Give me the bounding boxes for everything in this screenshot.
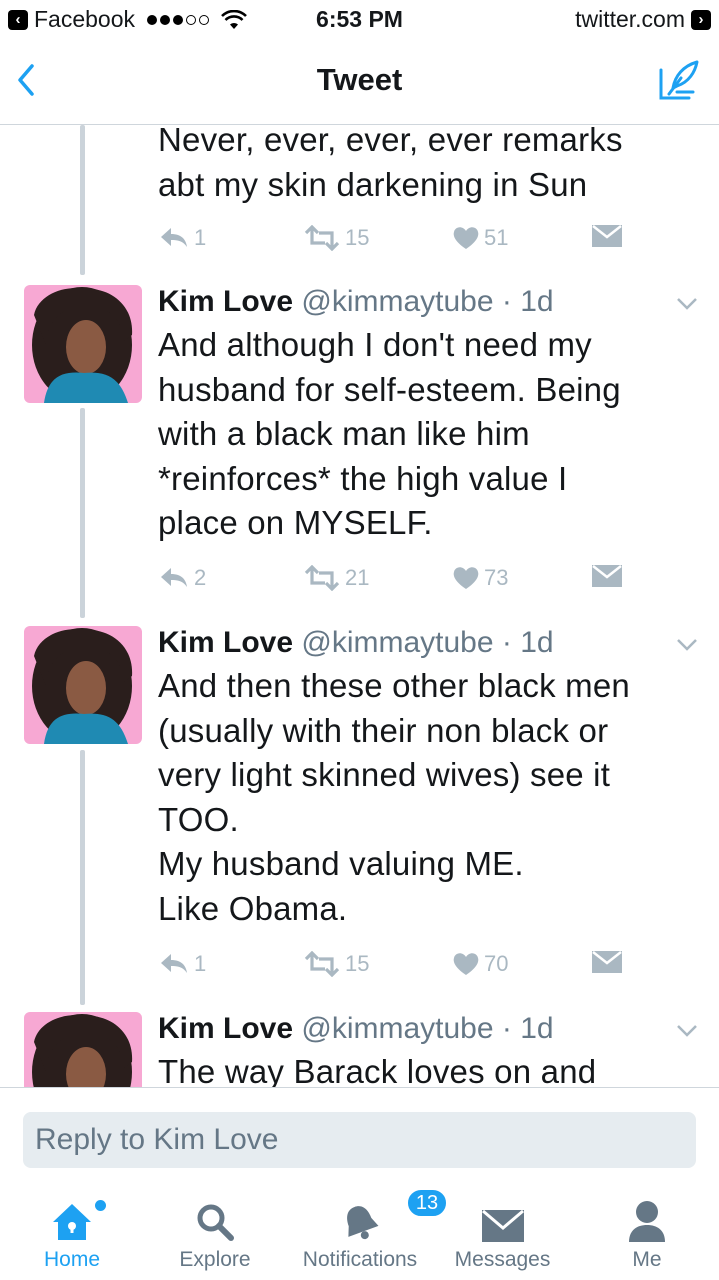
retweet-count: 15	[345, 225, 370, 250]
tab-label: Notifications	[302, 1248, 418, 1271]
tab-notifications[interactable]: 13 Notifications	[295, 1186, 448, 1280]
chevron-left-icon[interactable]	[10, 60, 44, 100]
like-count: 73	[484, 565, 509, 590]
home-icon	[53, 1204, 91, 1240]
reply-bar: Reply to Kim Love	[0, 1087, 719, 1186]
tweet-header: Kim Love @kimmaytube · 1d	[158, 285, 554, 319]
retweet-icon	[304, 951, 340, 977]
notification-badge: 13	[406, 1188, 448, 1218]
tweet-text: And then these other black men (usually …	[158, 667, 630, 927]
thread-line	[80, 125, 85, 275]
nav-bar: Tweet	[0, 40, 719, 125]
reply-icon	[161, 228, 187, 247]
heart-icon	[453, 953, 479, 975]
tab-bar: Home Explore 13 Notifications Messages M…	[0, 1186, 719, 1280]
like-count: 70	[484, 951, 509, 976]
avatar[interactable]	[24, 1012, 142, 1087]
retweet-icon	[304, 565, 340, 591]
tab-label: Messages	[454, 1248, 551, 1271]
chevron-down-icon[interactable]	[676, 638, 698, 652]
page-title: Tweet	[316, 62, 403, 97]
status-bar: ‹ Facebook 6:53 PM twitter.com ›	[0, 0, 719, 40]
direct-message-button[interactable]	[592, 225, 622, 247]
person-icon	[629, 1201, 665, 1242]
tab-label: Home	[43, 1248, 101, 1271]
tab-home[interactable]: Home	[30, 1186, 114, 1280]
reply-icon	[161, 954, 187, 973]
heart-icon	[453, 227, 479, 249]
tab-label: Me	[632, 1248, 662, 1271]
author-name[interactable]: Kim Love	[158, 285, 293, 318]
new-content-dot	[95, 1200, 106, 1211]
wifi-icon	[221, 9, 247, 29]
thread-line	[80, 408, 85, 618]
author-handle[interactable]: @kimmaytube	[301, 285, 493, 318]
tweet-header: Kim Love @kimmaytube · 1d	[158, 626, 554, 660]
tweet-time: · 1d	[501, 626, 554, 659]
envelope-icon	[481, 1210, 524, 1242]
retweet-button[interactable]: 21	[303, 565, 369, 591]
like-button[interactable]: 70	[452, 951, 508, 977]
tweet-text: Never, ever, ever, ever remarks abt my s…	[158, 125, 623, 203]
envelope-icon	[592, 225, 622, 247]
reply-count: 1	[194, 951, 207, 976]
search-icon	[197, 1204, 234, 1241]
tweet-actions: 1 15 51	[158, 225, 628, 255]
envelope-icon	[592, 565, 622, 587]
compose-feather-icon[interactable]	[657, 58, 701, 102]
direct-message-button[interactable]	[592, 951, 622, 973]
chevron-down-icon[interactable]	[676, 297, 698, 311]
reply-icon	[161, 568, 187, 587]
retweet-button[interactable]: 15	[303, 225, 369, 251]
tweet-text: The way Barack loves on and	[158, 1053, 597, 1087]
tweet-time: · 1d	[501, 285, 554, 318]
tab-explore[interactable]: Explore	[170, 1186, 260, 1280]
like-button[interactable]: 73	[452, 565, 508, 591]
reply-button[interactable]: 2	[158, 565, 206, 591]
like-count: 51	[484, 225, 509, 250]
forward-icon: ›	[691, 9, 711, 30]
thread-line	[80, 750, 85, 1005]
retweet-button[interactable]: 15	[303, 951, 369, 977]
reply-count: 2	[194, 565, 207, 590]
tab-me[interactable]: Me	[612, 1186, 682, 1280]
bell-icon	[347, 1206, 379, 1240]
author-name[interactable]: Kim Love	[158, 1012, 293, 1045]
reply-input[interactable]: Reply to Kim Love	[23, 1112, 696, 1168]
tab-label: Explore	[179, 1248, 251, 1271]
author-handle[interactable]: @kimmaytube	[301, 626, 493, 659]
author-name[interactable]: Kim Love	[158, 626, 293, 659]
tweet-text: And although I don't need my husband for…	[158, 326, 621, 541]
avatar[interactable]	[24, 626, 142, 744]
site-label: twitter.com	[575, 6, 685, 32]
retweet-count: 15	[345, 951, 370, 976]
tweet-actions: 1 15 70	[158, 951, 628, 981]
tweet-actions: 2 21 73	[158, 565, 628, 595]
heart-icon	[453, 567, 479, 589]
status-back-to-app[interactable]: ‹ Facebook	[8, 6, 247, 33]
envelope-icon	[592, 951, 622, 973]
author-handle[interactable]: @kimmaytube	[301, 1012, 493, 1045]
tweet-thread: Never, ever, ever, ever remarks abt my s…	[0, 125, 719, 1087]
like-button[interactable]: 51	[452, 225, 508, 251]
retweet-count: 21	[345, 565, 370, 590]
chevron-down-icon[interactable]	[676, 1024, 698, 1038]
back-app-label: Facebook	[34, 6, 136, 32]
direct-message-button[interactable]	[592, 565, 622, 587]
back-to-app-icon: ‹	[8, 9, 28, 30]
status-site: twitter.com ›	[575, 6, 711, 33]
reply-button[interactable]: 1	[158, 225, 206, 251]
tab-messages[interactable]: Messages	[450, 1186, 555, 1280]
retweet-icon	[304, 225, 340, 251]
reply-button[interactable]: 1	[158, 951, 206, 977]
tweet-time: · 1d	[501, 1012, 554, 1045]
reply-count: 1	[194, 225, 207, 250]
signal-strength-icon	[147, 14, 210, 25]
avatar[interactable]	[24, 285, 142, 403]
tweet-header: Kim Love @kimmaytube · 1d	[158, 1012, 554, 1046]
